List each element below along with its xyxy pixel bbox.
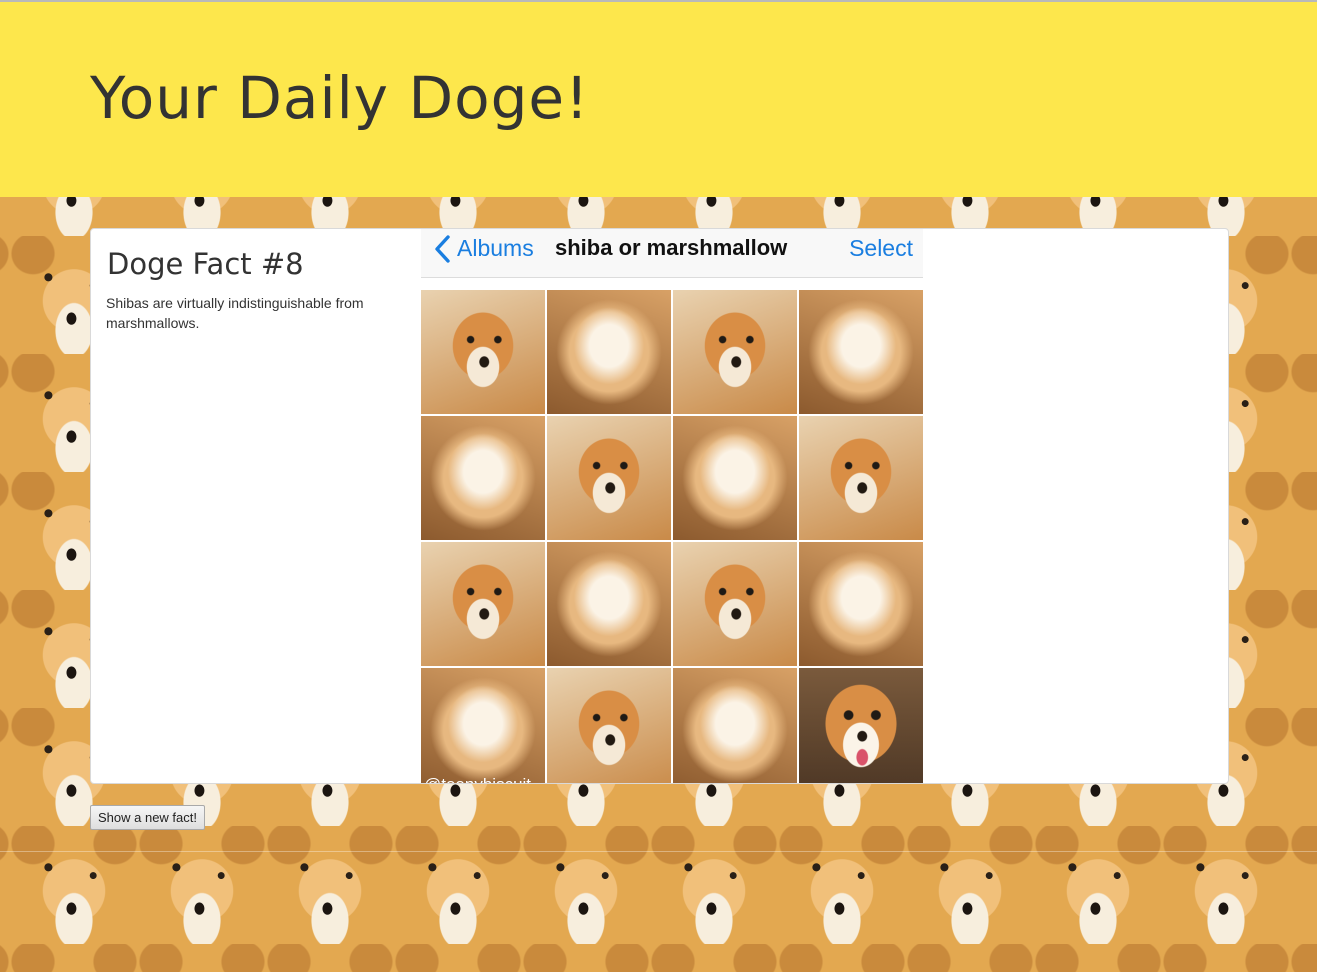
footer-divider: [0, 851, 1317, 852]
page: { "header": { "title": "Your Daily Doge!…: [0, 0, 1317, 972]
photo-shiba: [421, 290, 545, 414]
photo-marshmallow: @teenybiscuit: [421, 668, 545, 783]
photo-marshmallow: [673, 668, 797, 783]
fact-title: Doge Fact #8: [107, 247, 304, 281]
photo-marshmallow: [421, 416, 545, 540]
image-watermark: @teenybiscuit: [424, 775, 531, 783]
fact-card: Doge Fact #8 Shibas are virtually indist…: [90, 228, 1229, 784]
photo-marshmallow: [547, 542, 671, 666]
photo-shiba: [547, 416, 671, 540]
albums-back-label: Albums: [457, 235, 534, 261]
show-new-fact-button[interactable]: Show a new fact!: [90, 805, 205, 830]
photo-shiba: [799, 668, 923, 783]
photo-shiba: [799, 416, 923, 540]
site-title: Your Daily Doge!: [90, 64, 590, 132]
photo-shiba: [421, 542, 545, 666]
photo-marshmallow: [799, 290, 923, 414]
album-navbar: Albums shiba or marshmallow Select: [421, 229, 923, 278]
fact-text: Shibas are virtually indistinguishable f…: [106, 295, 364, 331]
album-title: shiba or marshmallow: [555, 235, 788, 260]
photo-shiba: [673, 542, 797, 666]
photo-shiba: [547, 668, 671, 783]
photo-marshmallow: [673, 416, 797, 540]
fact-image: Albums shiba or marshmallow Select @teen…: [421, 229, 923, 783]
chevron-left-icon: [435, 235, 450, 263]
site-header: Your Daily Doge!: [0, 2, 1317, 197]
select-label: Select: [849, 235, 913, 261]
photo-marshmallow: [799, 542, 923, 666]
photo-marshmallow: [547, 290, 671, 414]
photo-shiba: [673, 290, 797, 414]
photo-grid: @teenybiscuit: [421, 290, 923, 783]
